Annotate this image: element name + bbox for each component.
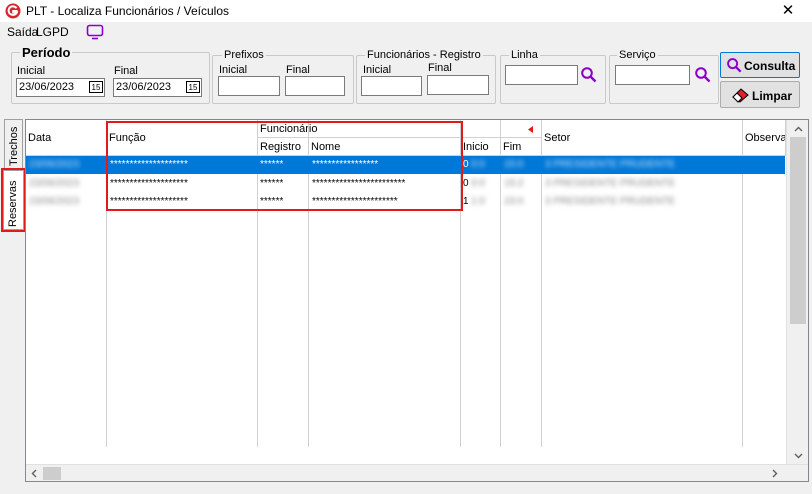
cell-setor: 3 PRESIDENTE PRUDENTE — [545, 196, 676, 207]
window-title: PLT - Localiza Funcionários / Veículos — [26, 4, 229, 18]
columns-highlight-box — [106, 121, 463, 211]
funcionarios-final-label: Final — [428, 62, 452, 74]
cell-data: 23/06/2023 — [29, 196, 80, 207]
cell-inicio-rest: 1:0 — [471, 196, 485, 207]
cell-fim: 23:0 — [504, 196, 524, 207]
funcionarios-title: Funcionários - Registro — [365, 49, 483, 61]
app-logo-icon — [5, 3, 21, 19]
calendar-icon[interactable]: 15 — [89, 81, 103, 93]
cell-fim: 15:0 — [504, 159, 524, 170]
tab-trechos[interactable]: Trechos — [4, 119, 23, 169]
cell-inicio: 1 — [463, 196, 469, 207]
monitor-icon[interactable] — [86, 24, 104, 40]
prefixos-final-input[interactable] — [285, 76, 345, 96]
cell-inicio-rest: 0:0 — [471, 178, 485, 189]
eraser-icon — [732, 88, 749, 103]
cell-data: 23/06/2023 — [29, 178, 80, 189]
horizontal-scroll-thumb[interactable] — [43, 467, 61, 480]
scroll-down-icon[interactable] — [794, 453, 803, 459]
limpar-button[interactable]: Limpar — [720, 81, 800, 108]
funcionarios-final-input[interactable] — [427, 75, 489, 95]
periodo-inicial-label: Inicial — [17, 65, 46, 77]
periodo-title: Período — [20, 45, 73, 60]
scroll-up-icon[interactable] — [794, 126, 803, 132]
prefixos-final-label: Final — [286, 64, 310, 76]
prefixos-inicial-input[interactable] — [218, 76, 280, 96]
funcionarios-inicial-label: Inicial — [363, 64, 392, 76]
col-header-data[interactable]: Data — [26, 120, 107, 156]
magnifier-icon — [727, 58, 742, 73]
tab-trechos-label: Trechos — [8, 126, 20, 166]
funcionarios-inicial-input[interactable] — [361, 76, 422, 96]
servico-title: Serviço — [617, 49, 658, 61]
cell-data: 23/06/2023 — [29, 159, 80, 170]
periodo-final-value: 23/06/2023 — [116, 81, 172, 93]
cell-fim: 15:2 — [504, 178, 524, 189]
servico-input[interactable] — [615, 65, 690, 85]
col-header-setor[interactable]: Setor — [542, 120, 743, 156]
scroll-right-icon[interactable] — [772, 469, 778, 478]
col-header-inicio[interactable]: Inicio — [461, 138, 501, 156]
limpar-label: Limpar — [752, 89, 793, 103]
vertical-scroll-thumb[interactable] — [790, 137, 806, 324]
tab-highlight-box — [1, 168, 26, 232]
vertical-scrollbar[interactable] — [786, 120, 808, 464]
horizontal-scrollbar[interactable] — [26, 464, 808, 481]
col-header-fim[interactable]: Fim — [501, 138, 542, 156]
servico-search-icon[interactable] — [694, 66, 712, 84]
calendar-icon[interactable]: 15 — [186, 81, 200, 93]
close-button[interactable]: ✕ — [768, 1, 808, 21]
cell-setor: 3 PRESIDENTE PRUDENTE — [545, 159, 676, 170]
sort-arrow-icon — [528, 126, 533, 133]
consulta-label: Consulta — [744, 59, 796, 73]
cell-inicio: 0 — [463, 178, 469, 189]
scroll-left-icon[interactable] — [31, 469, 37, 478]
cell-inicio: 0 — [463, 159, 469, 170]
col-header-observacao[interactable]: Observa — [743, 120, 786, 156]
periodo-final-label: Final — [114, 65, 138, 77]
menu-lgpd[interactable]: LGPD — [36, 25, 69, 39]
results-grid[interactable]: Data Função Funcionário Registro Nome In… — [25, 119, 809, 482]
consulta-button[interactable]: Consulta — [720, 52, 800, 78]
prefixos-inicial-label: Inicial — [219, 64, 248, 76]
prefixos-title: Prefixos — [222, 49, 266, 61]
cell-inicio-rest: 0:0 — [471, 159, 485, 170]
linha-input[interactable] — [505, 65, 578, 85]
menu-saida[interactable]: Saída — [7, 25, 38, 39]
linha-search-icon[interactable] — [580, 66, 598, 84]
linha-title: Linha — [509, 49, 540, 61]
periodo-inicial-value: 23/06/2023 — [19, 81, 75, 93]
cell-setor: 3 PRESIDENTE PRUDENTE — [545, 178, 676, 189]
